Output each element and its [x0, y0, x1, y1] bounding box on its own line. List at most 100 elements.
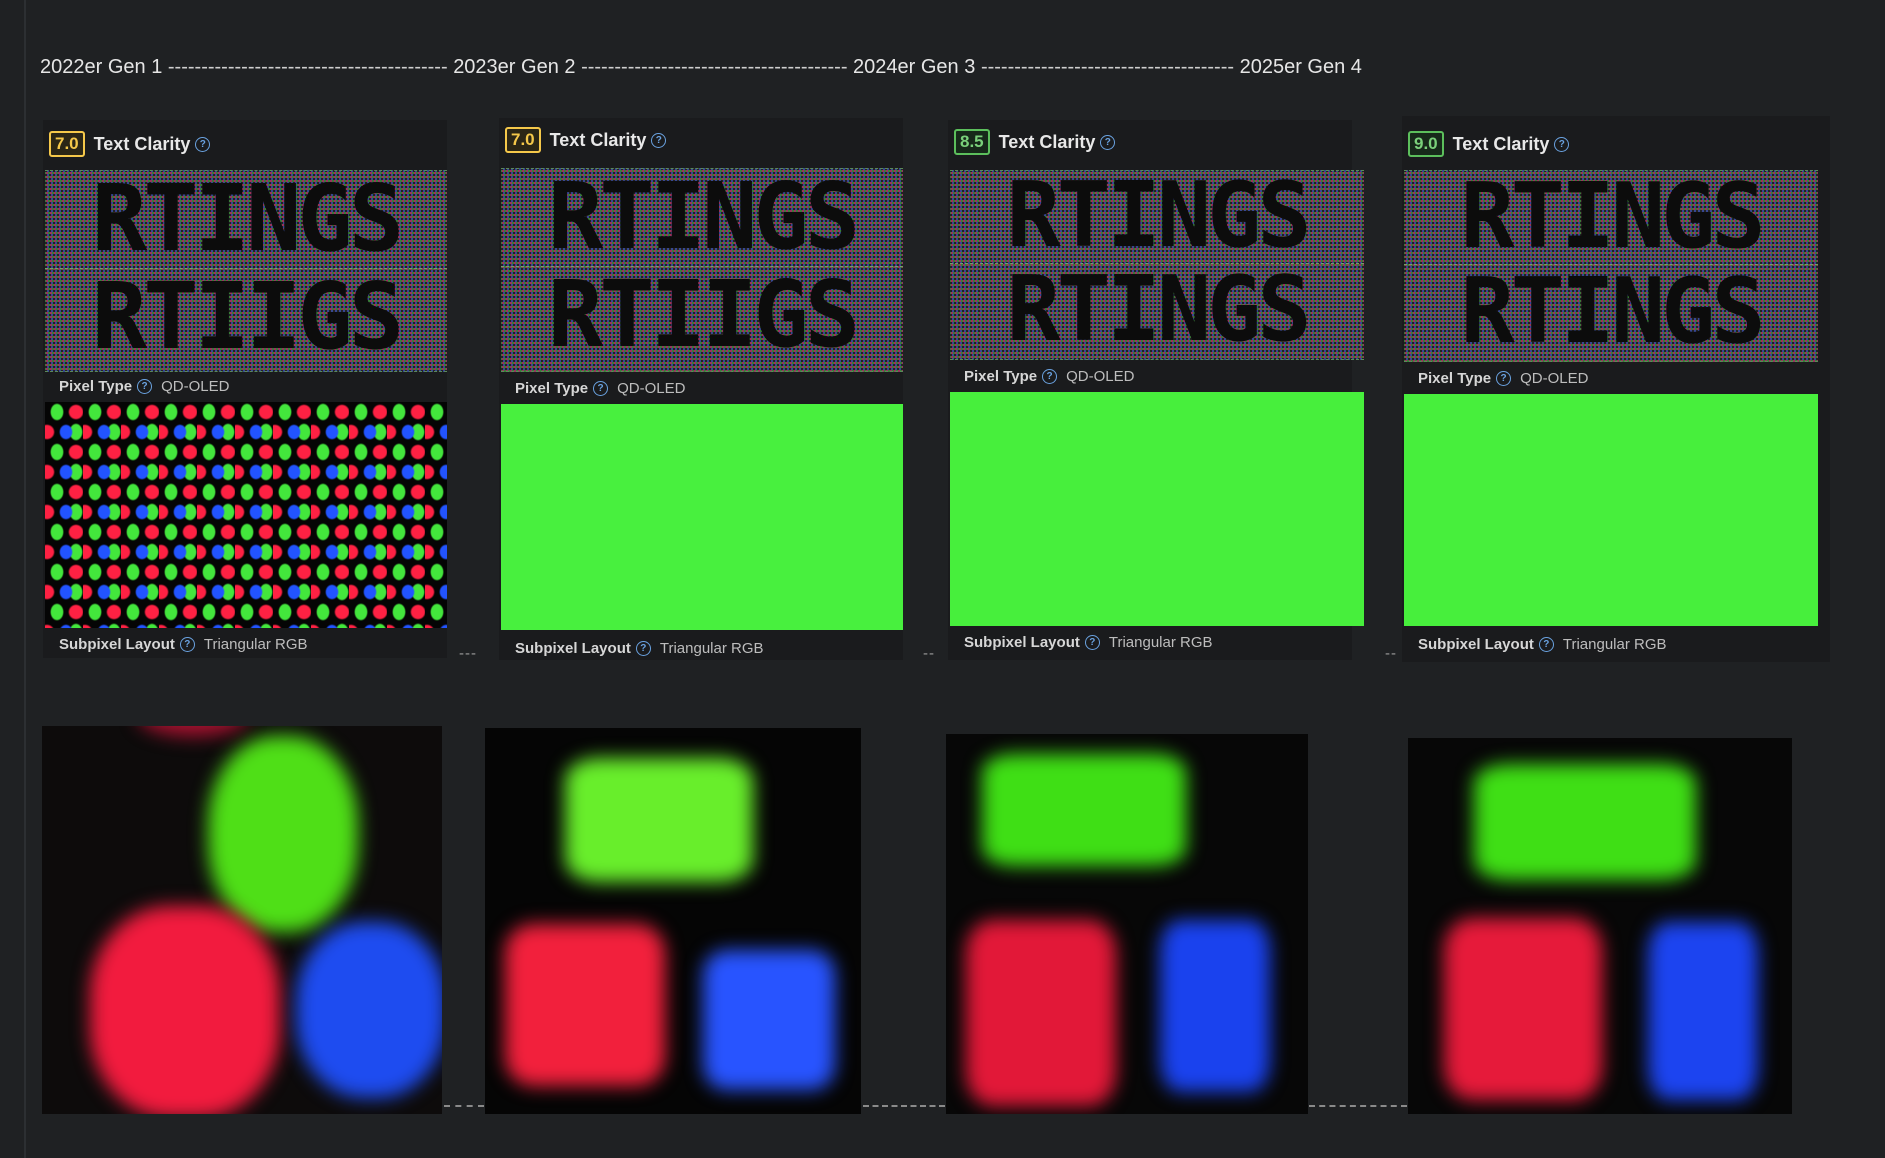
pixel-type-row: Pixel Type ? QD-OLED: [515, 378, 685, 398]
green-subpixel: [208, 736, 358, 932]
card-connector: --: [923, 645, 935, 662]
red-subpixel: [966, 920, 1116, 1106]
green-subpixel: [1474, 764, 1696, 880]
help-icon[interactable]: ?: [1496, 370, 1512, 386]
text-clarity-title: Text Clarity: [998, 131, 1096, 152]
subpixel-pattern-image: [950, 392, 1364, 626]
subpixel-layout-label: Subpixel Layout: [964, 633, 1080, 651]
text-clarity-sample: RTINGS RTINGS: [1404, 170, 1818, 362]
help-icon[interactable]: ?: [195, 136, 211, 152]
help-icon[interactable]: ?: [1100, 134, 1116, 150]
zoom-connector: [863, 1105, 945, 1107]
subpixel-layout-value: Triangular RGB: [203, 635, 308, 653]
help-icon[interactable]: ?: [635, 640, 651, 656]
subpixel-layout-row: Subpixel Layout ? Triangular RGB: [59, 634, 308, 654]
green-subpixel: [565, 758, 753, 882]
gen1-zoomed-subpixels: [42, 726, 442, 1114]
pixel-type-value: QD-OLED: [1520, 369, 1589, 387]
pixel-type-label: Pixel Type: [59, 377, 133, 395]
subpixel-pattern-image: [45, 402, 447, 628]
generation-timeline: 2022er Gen 1 ---------------------------…: [40, 56, 1560, 82]
gen1-card: 7.0 Text Clarity ? RTINGS RTIIGS Pixel T…: [43, 120, 447, 658]
gen3-card: 8.5 Text Clarity ? RTINGS RTINGS Pixel T…: [948, 120, 1364, 660]
blue-subpixel: [296, 922, 442, 1098]
sample-text-row: RTINGS: [1006, 170, 1311, 268]
green-subpixel: [982, 754, 1186, 866]
text-clarity-sample: RTINGS RTINGS: [950, 170, 1364, 360]
help-icon[interactable]: ?: [1538, 636, 1554, 652]
subpixel-pattern-image: [1404, 394, 1818, 626]
text-clarity-sample: RTINGS RTIIGS: [501, 168, 903, 372]
help-icon[interactable]: ?: [179, 636, 195, 652]
text-clarity-score: 8.5: [954, 129, 990, 155]
pixel-type-label: Pixel Type: [1418, 369, 1492, 387]
pixel-type-row: Pixel Type ? QD-OLED: [59, 376, 229, 396]
timeline-dashes: ----------------------------------------: [581, 56, 848, 78]
timeline-gen3: 2024er Gen 3: [853, 56, 976, 78]
blue-subpixel: [1648, 922, 1758, 1100]
sample-text-row: RTINGS: [547, 168, 860, 270]
gen4-zoomed-subpixels: [1408, 738, 1792, 1114]
pixel-type-value: QD-OLED: [1066, 367, 1135, 385]
text-clarity-score: 7.0: [505, 127, 541, 153]
text-clarity-title: Text Clarity: [93, 133, 191, 154]
help-icon[interactable]: ?: [1554, 136, 1570, 152]
red-subpixel: [138, 726, 248, 736]
subpixel-layout-row: Subpixel Layout ? Triangular RGB: [1418, 634, 1667, 654]
sample-text-row: RTINGS: [91, 170, 404, 272]
blue-subpixel: [1160, 920, 1270, 1092]
gen2-card: 7.0 Text Clarity ? RTINGS RTIIGS Pixel T…: [499, 118, 903, 660]
subpixel-layout-label: Subpixel Layout: [515, 639, 631, 657]
subpixel-grid: [45, 402, 447, 628]
subpixel-layout-label: Subpixel Layout: [59, 635, 175, 653]
gen2-zoomed-subpixels: [485, 728, 861, 1114]
timeline-gen1: 2022er Gen 1: [40, 56, 163, 78]
blue-subpixel: [703, 950, 835, 1090]
text-clarity-header: 7.0 Text Clarity ?: [49, 130, 211, 158]
sample-text-row: RTINGS: [1460, 259, 1765, 362]
subpixel-grid: [501, 404, 903, 630]
subpixel-layout-value: Triangular RGB: [1108, 633, 1213, 651]
gen4-card: 9.0 Text Clarity ? RTINGS RTINGS Pixel T…: [1402, 116, 1830, 662]
help-icon[interactable]: ?: [1084, 634, 1100, 650]
zoom-connector: [444, 1105, 484, 1107]
card-connector: --: [1385, 645, 1397, 662]
text-clarity-score: 7.0: [49, 131, 85, 157]
help-icon[interactable]: ?: [1042, 368, 1058, 384]
timeline-dashes: --------------------------------------: [980, 56, 1235, 78]
text-clarity-title: Text Clarity: [549, 129, 647, 150]
red-subpixel: [1444, 918, 1602, 1100]
zoom-connector: [1309, 1105, 1407, 1107]
text-clarity-header: 7.0 Text Clarity ?: [505, 126, 667, 154]
subpixel-layout-value: Triangular RGB: [1562, 635, 1667, 653]
help-icon[interactable]: ?: [651, 132, 667, 148]
pixel-type-row: Pixel Type ? QD-OLED: [1418, 368, 1588, 388]
pixel-type-row: Pixel Type ? QD-OLED: [964, 366, 1134, 386]
gen3-zoomed-subpixels: [946, 734, 1308, 1114]
red-subpixel: [505, 924, 665, 1086]
subpixel-layout-row: Subpixel Layout ? Triangular RGB: [964, 632, 1213, 652]
text-clarity-sample: RTINGS RTIIGS: [45, 170, 447, 372]
text-clarity-score: 9.0: [1408, 131, 1444, 157]
subpixel-pattern-image: [501, 404, 903, 630]
sample-text-row: RTINGS: [1460, 170, 1765, 269]
timeline-gen2: 2023er Gen 2: [453, 56, 576, 78]
text-clarity-header: 9.0 Text Clarity ?: [1408, 130, 1570, 158]
subpixel-grid: [1404, 394, 1818, 626]
pixel-type-value: QD-OLED: [161, 377, 230, 395]
subpixel-layout-row: Subpixel Layout ? Triangular RGB: [515, 638, 764, 658]
sample-text-row: RTINGS: [1006, 257, 1311, 360]
subpixel-layout-value: Triangular RGB: [659, 639, 764, 657]
subpixel-grid: [950, 392, 1364, 626]
timeline-dashes: ----------------------------------------…: [167, 56, 448, 78]
help-icon[interactable]: ?: [137, 378, 153, 394]
sample-text-row: RTIIGS: [547, 261, 860, 368]
pixel-type-value: QD-OLED: [617, 379, 686, 397]
help-icon[interactable]: ?: [593, 380, 609, 396]
subpixel-layout-label: Subpixel Layout: [1418, 635, 1534, 653]
sample-text-row: RTIIGS: [91, 263, 404, 370]
red-subpixel: [90, 906, 280, 1114]
text-clarity-header: 8.5 Text Clarity ?: [954, 128, 1116, 156]
text-clarity-title: Text Clarity: [1452, 133, 1550, 154]
left-border: [24, 0, 26, 1158]
